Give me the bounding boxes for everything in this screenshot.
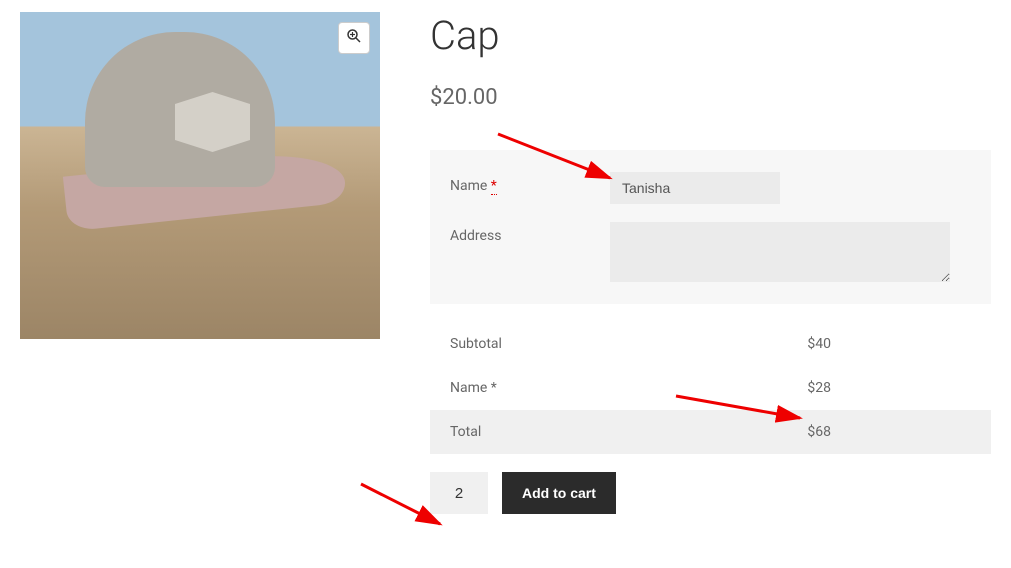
add-to-cart-row: Add to cart [430,472,991,514]
product-details: Cap $20.00 Name * Address Subtotal $40 N… [430,12,991,514]
add-to-cart-button[interactable]: Add to cart [502,472,616,514]
zoom-button[interactable] [338,22,370,54]
name-field-label: Name * [450,172,610,194]
search-plus-icon [346,28,362,48]
total-value: $68 [807,424,971,440]
custom-fields-form: Name * Address [430,150,991,304]
subtotal-value: $40 [807,336,971,352]
product-price: $20.00 [430,85,991,110]
required-asterisk: * [491,178,497,195]
pricing-breakdown: Subtotal $40 Name * $28 Total $68 [430,322,991,454]
address-textarea[interactable] [610,222,950,282]
product-image-container [20,12,380,514]
addon-name-label: Name * [450,380,497,396]
name-input[interactable] [610,172,780,204]
address-field-label: Address [450,222,610,244]
product-title: Cap [430,12,991,59]
addon-name-row: Name * $28 [430,366,991,410]
subtotal-label: Subtotal [450,336,502,352]
product-image[interactable] [20,12,380,339]
total-row: Total $68 [430,410,991,454]
quantity-input[interactable] [430,472,488,514]
subtotal-row: Subtotal $40 [430,322,991,366]
addon-name-value: $28 [807,380,971,396]
total-label: Total [450,424,481,440]
